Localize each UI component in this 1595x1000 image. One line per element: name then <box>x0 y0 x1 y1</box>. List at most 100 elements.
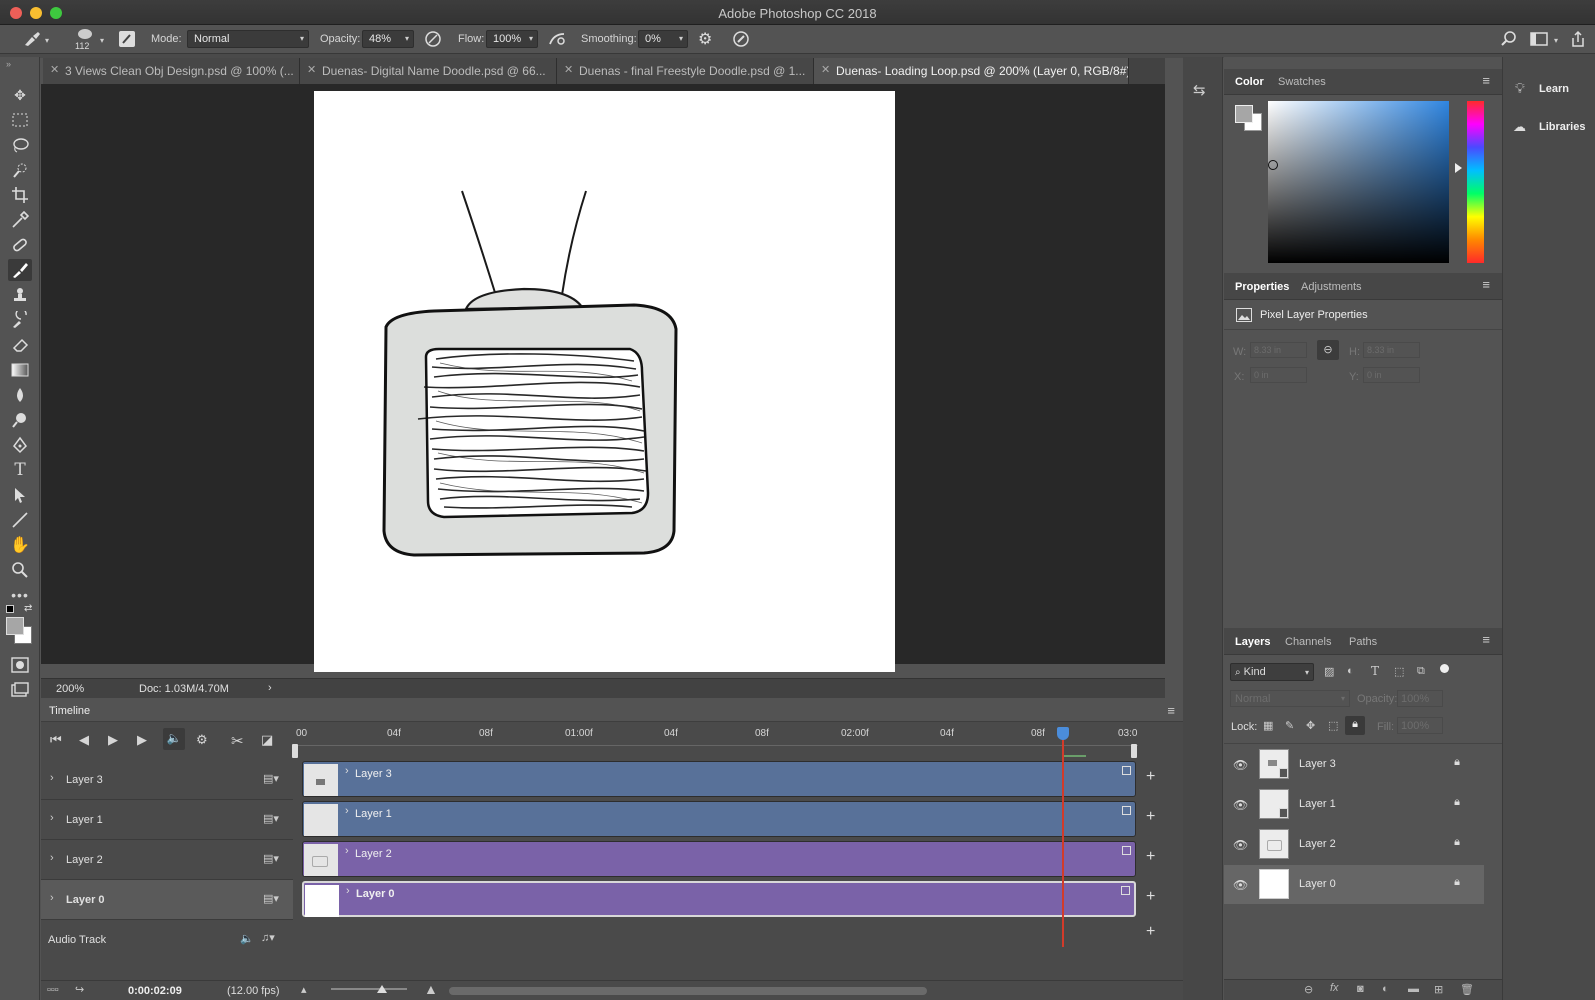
transition-icon[interactable]: ◪ <box>261 732 273 748</box>
layer-clip-selected[interactable]: › Layer 0 <box>302 881 1136 917</box>
panel-menu-icon[interactable]: ≡ <box>1482 632 1490 647</box>
filter-shape-icon[interactable]: ⬚ <box>1394 665 1404 678</box>
color-foreground-swatch[interactable] <box>1235 105 1253 123</box>
hand-tool-icon[interactable]: ✋ <box>8 534 32 556</box>
chevron-right-icon[interactable]: › <box>50 892 54 904</box>
close-icon[interactable]: ✕ <box>50 63 59 76</box>
quick-selection-tool-icon[interactable] <box>8 159 32 181</box>
layer-row-selected[interactable]: 👁︎ Layer 0 🔒︎ <box>1224 865 1484 904</box>
history-brush-tool-icon[interactable] <box>8 309 32 331</box>
visibility-eye-icon[interactable]: 👁︎ <box>1233 878 1248 892</box>
zoom-in-timeline-icon[interactable]: ▲ <box>424 981 438 997</box>
lock-transparent-pixels-icon[interactable]: ▦ <box>1263 719 1273 732</box>
close-icon[interactable]: ✕ <box>307 63 316 76</box>
timeline-horizontal-scrollbar[interactable] <box>449 987 927 995</box>
playback-settings-gear-icon[interactable]: ⚙ <box>196 732 208 748</box>
x-input[interactable]: 0 in <box>1250 367 1307 383</box>
link-icon[interactable]: ⊖ <box>1317 340 1339 360</box>
playhead-handle[interactable] <box>1057 727 1069 740</box>
pen-tool-icon[interactable] <box>8 434 32 456</box>
canvas[interactable] <box>314 91 895 672</box>
add-media-button[interactable]: + <box>1146 848 1155 866</box>
clip-end-icon[interactable] <box>1121 886 1130 895</box>
chevron-right-icon[interactable]: › <box>345 805 349 817</box>
chevron-down-icon[interactable]: ▾ <box>100 36 104 45</box>
timeline-title[interactable]: Timeline <box>49 705 90 717</box>
film-strip-icon[interactable]: ▤▾ <box>263 892 279 905</box>
film-strip-icon[interactable]: ▤▾ <box>263 812 279 825</box>
tab-swatches[interactable]: Swatches <box>1278 76 1326 88</box>
timeline-zoom-slider-thumb[interactable] <box>377 985 387 993</box>
next-frame-icon[interactable]: ▶ <box>137 732 147 748</box>
visibility-eye-icon[interactable]: 👁︎ <box>1233 798 1248 812</box>
convert-to-frame-animation-icon[interactable]: ▫▫▫ <box>47 984 59 996</box>
height-input[interactable]: 8.33 in <box>1363 342 1420 358</box>
timeline-layer-row[interactable]: › Layer 2 ▤▾ <box>41 840 293 880</box>
first-frame-icon[interactable]: ⏮ <box>50 732 62 748</box>
eraser-tool-icon[interactable] <box>8 334 32 356</box>
mode-select[interactable]: Normal ▾ <box>187 30 309 48</box>
render-video-icon[interactable]: ↪ <box>75 983 84 996</box>
blur-tool-icon[interactable] <box>8 384 32 406</box>
clip-end-icon[interactable] <box>1122 766 1131 775</box>
chevron-right-icon[interactable]: › <box>346 885 350 897</box>
default-colors-icon[interactable] <box>6 605 14 613</box>
lock-position-icon[interactable]: ✥ <box>1306 719 1315 732</box>
filter-adjustment-icon[interactable]: ◐ <box>1347 665 1354 677</box>
quick-mask-icon[interactable] <box>8 654 32 676</box>
adjustment-layer-icon[interactable]: ◐ <box>1382 983 1389 995</box>
swap-colors-icon[interactable]: ⇄ <box>24 603 32 614</box>
layer-filter-select[interactable]: ⌕ Kind ▾ <box>1230 663 1314 681</box>
zoom-tool-icon[interactable] <box>8 559 32 581</box>
timeline-layer-row[interactable]: › Layer 3 ▤▾ <box>41 760 293 800</box>
width-input[interactable]: 8.33 in <box>1250 342 1307 358</box>
pressure-opacity-icon[interactable] <box>424 30 442 48</box>
layer-row[interactable]: 👁︎ Layer 1 🔒︎ <box>1224 785 1484 824</box>
brush-tool-icon[interactable] <box>22 31 42 47</box>
chevron-right-icon[interactable]: › <box>50 812 54 824</box>
new-layer-icon[interactable]: ⊞ <box>1434 983 1443 996</box>
layer-row[interactable]: 👁︎ Layer 2 🔒︎ <box>1224 825 1484 864</box>
split-at-playhead-scissors-icon[interactable]: ✂ <box>231 732 244 750</box>
add-media-button[interactable]: + <box>1146 888 1155 906</box>
tab-adjustments[interactable]: Adjustments <box>1301 281 1362 293</box>
path-selection-tool-icon[interactable] <box>8 484 32 506</box>
screen-mode-icon[interactable] <box>8 679 32 701</box>
opacity-input[interactable]: 48% ▾ <box>362 30 414 48</box>
share-icon[interactable] <box>1570 30 1586 48</box>
layer-clip[interactable]: › Layer 2 <box>302 841 1136 877</box>
airbrush-icon[interactable] <box>547 30 567 48</box>
workspace-icon[interactable] <box>1530 31 1548 47</box>
audio-track-row[interactable]: Audio Track 🔈 ♫▾ <box>41 920 293 960</box>
layer-row[interactable]: 👁︎ Layer 3 🔒︎ <box>1224 745 1484 784</box>
smoothing-settings-gear-icon[interactable]: ⚙ <box>698 29 712 49</box>
layer-clip[interactable]: › Layer 1 <box>302 801 1136 837</box>
fill-input[interactable]: 100% <box>1397 717 1443 734</box>
layer-opacity-input[interactable]: 100% <box>1397 690 1443 707</box>
gradient-tool-icon[interactable] <box>8 359 32 381</box>
expand-toolbar-icon[interactable]: » <box>6 59 11 69</box>
clip-end-icon[interactable] <box>1122 846 1131 855</box>
chevron-right-icon[interactable]: › <box>345 845 349 857</box>
healing-brush-tool-icon[interactable] <box>8 234 32 256</box>
close-icon[interactable]: ✕ <box>564 63 573 76</box>
music-note-icon[interactable]: ♫▾ <box>261 931 275 944</box>
add-media-button[interactable]: + <box>1146 808 1155 826</box>
layer-clip[interactable]: › Layer 3 <box>302 761 1136 797</box>
search-icon[interactable] <box>1500 30 1518 48</box>
line-tool-icon[interactable] <box>8 509 32 531</box>
brush-preset-picker[interactable]: 112 <box>73 27 97 51</box>
tab-paths[interactable]: Paths <box>1349 636 1377 648</box>
close-icon[interactable]: ✕ <box>821 63 830 76</box>
eyedropper-tool-icon[interactable] <box>8 209 32 231</box>
panel-menu-icon[interactable]: ≡ <box>1482 277 1490 292</box>
brush-panel-toggle-icon[interactable] <box>119 31 135 47</box>
add-media-button[interactable]: + <box>1146 768 1155 786</box>
chevron-down-icon[interactable]: ▾ <box>1554 36 1558 45</box>
lock-all-icon[interactable]: 🔒︎ <box>1345 716 1365 735</box>
tab-layers[interactable]: Layers <box>1235 636 1270 648</box>
filter-smart-object-icon[interactable]: ⧉ <box>1417 665 1425 678</box>
clip-end-icon[interactable] <box>1122 806 1131 815</box>
type-tool-icon[interactable]: T <box>8 459 32 481</box>
color-field[interactable] <box>1268 101 1449 263</box>
